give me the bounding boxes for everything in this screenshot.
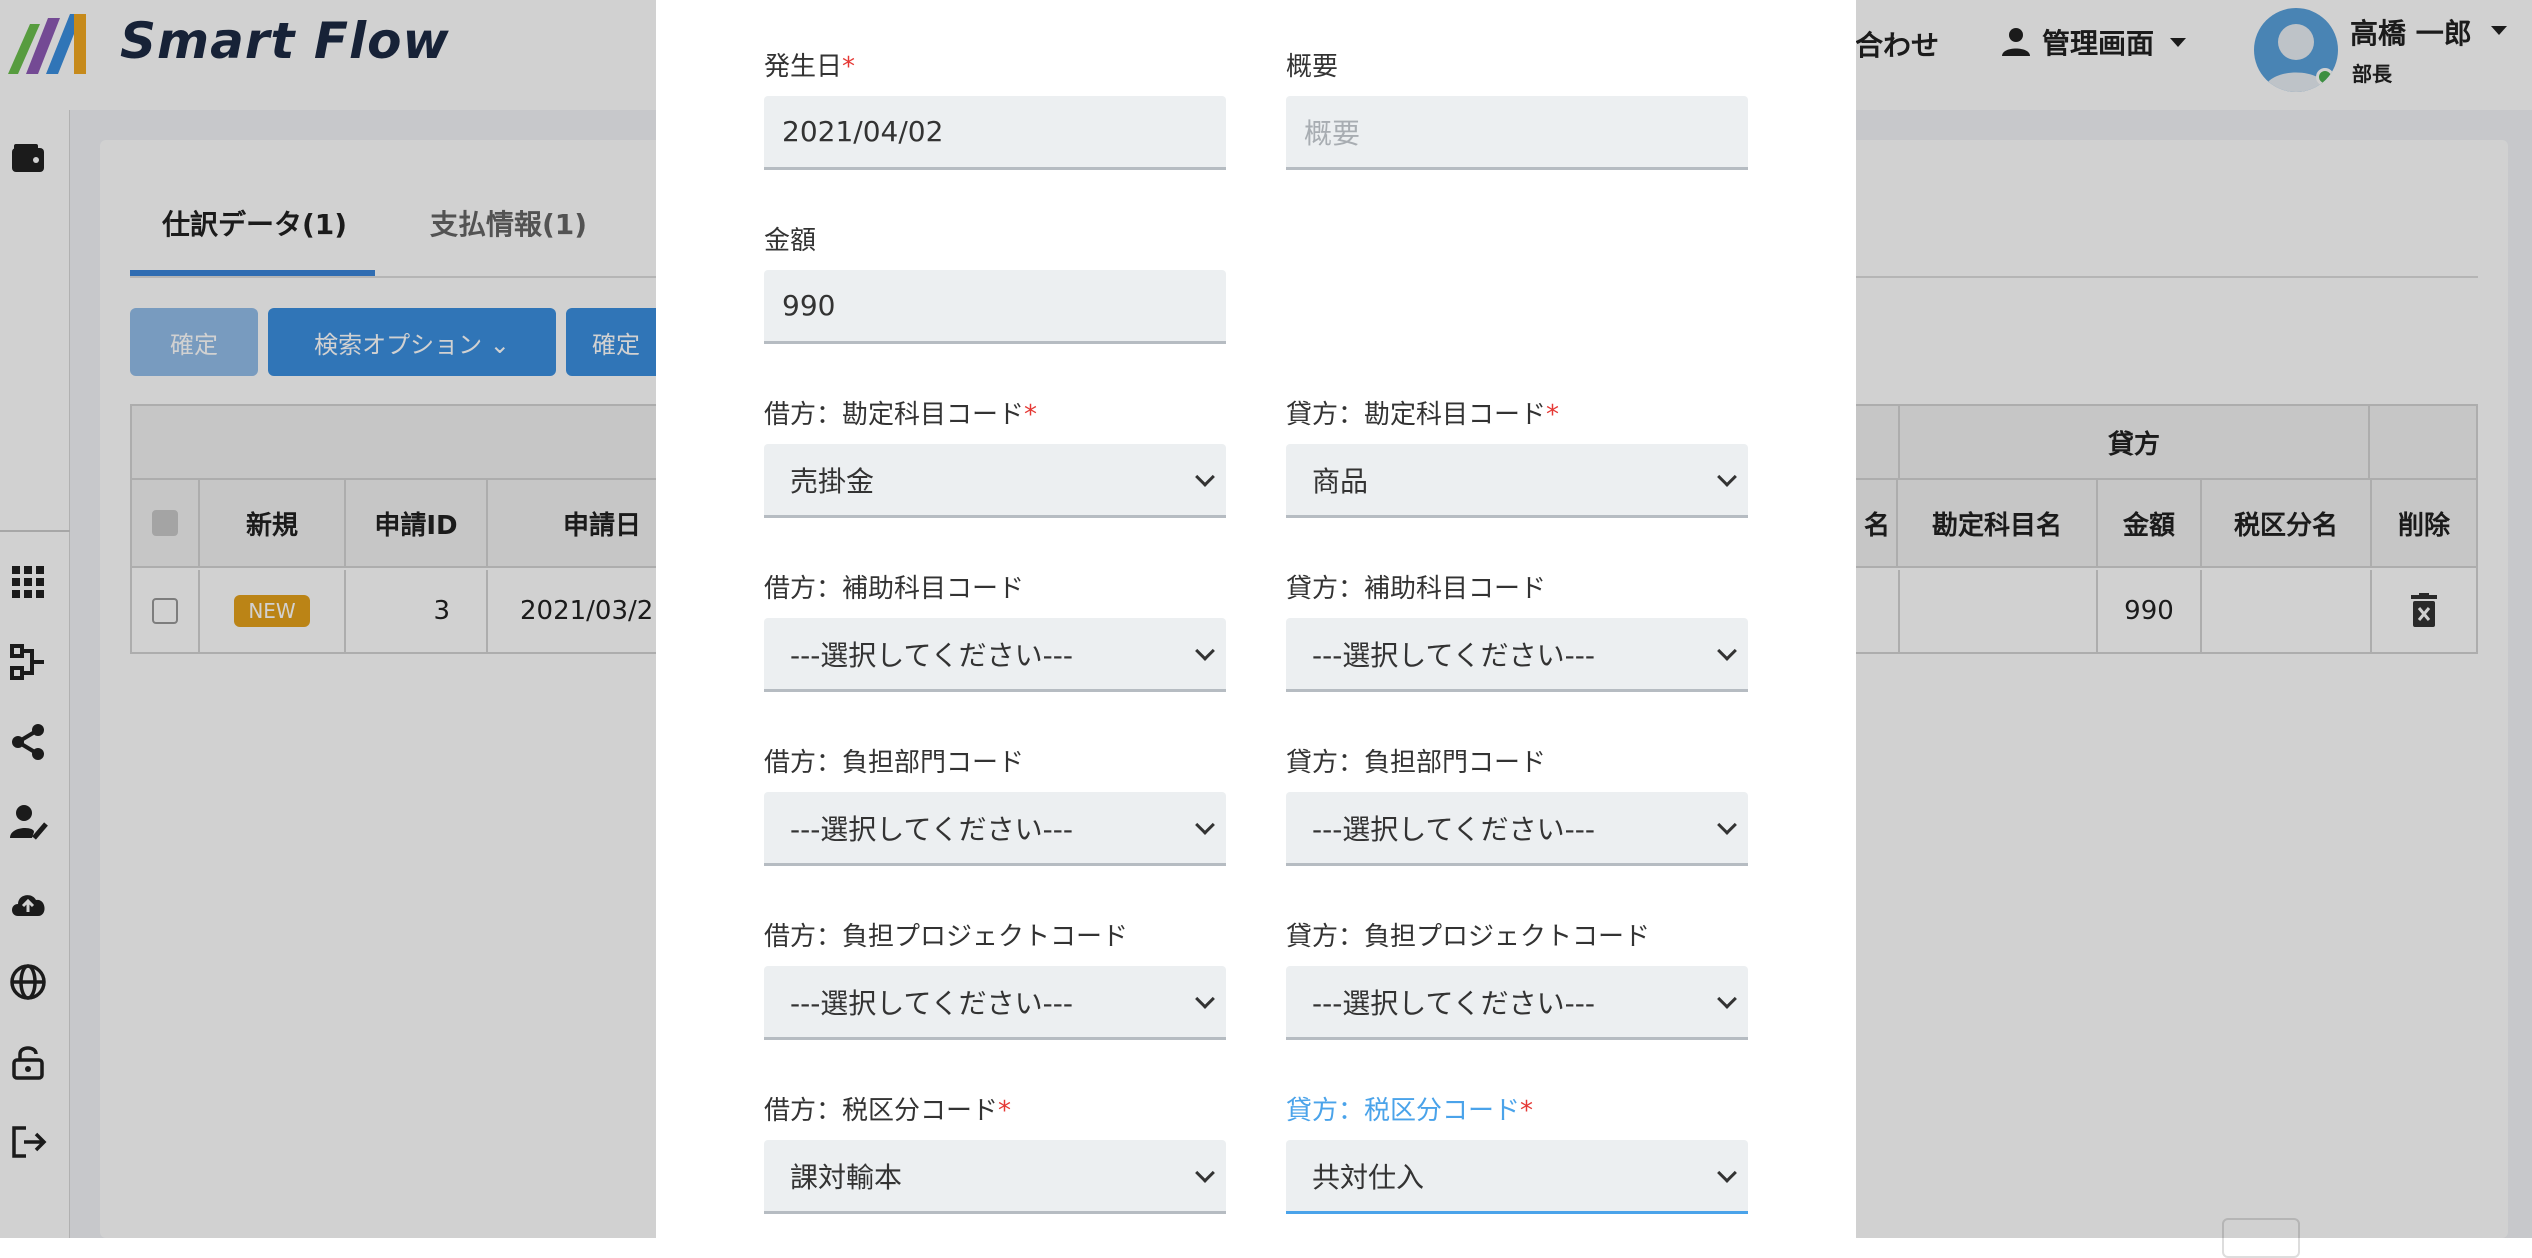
- journal-edit-modal: 発生日* 2021/04/02 概要 概要 金額 990 借方：勘定科目コード*…: [656, 0, 1856, 1238]
- debit-sub-select[interactable]: ---選択してください---: [764, 618, 1226, 692]
- credit-project-label: 貸方：負担プロジェクトコード: [1286, 922, 1651, 952]
- date-label: 発生日*: [764, 52, 856, 82]
- debit-tax-select[interactable]: 課対輸本: [764, 1140, 1226, 1214]
- summary-label: 概要: [1286, 52, 1339, 82]
- debit-project-select[interactable]: ---選択してください---: [764, 966, 1226, 1040]
- chevron-down-icon: [1717, 466, 1737, 487]
- chevron-down-icon: [1195, 988, 1215, 1009]
- debit-dept-label: 借方：負担部門コード: [764, 748, 1025, 778]
- credit-account-label: 貸方：勘定科目コード*: [1286, 400, 1560, 430]
- chevron-down-icon: [1195, 814, 1215, 835]
- summary-input[interactable]: 概要: [1286, 96, 1748, 170]
- credit-account-select[interactable]: 商品: [1286, 444, 1748, 518]
- debit-dept-select[interactable]: ---選択してください---: [764, 792, 1226, 866]
- chevron-down-icon: [1717, 640, 1737, 661]
- credit-dept-select[interactable]: ---選択してください---: [1286, 792, 1748, 866]
- chevron-down-icon: [1717, 814, 1737, 835]
- chevron-down-icon: [1717, 988, 1737, 1009]
- debit-project-label: 借方：負担プロジェクトコード: [764, 922, 1129, 952]
- credit-dept-label: 貸方：負担部門コード: [1286, 748, 1547, 778]
- chevron-down-icon: [1195, 640, 1215, 661]
- debit-sub-label: 借方：補助科目コード: [764, 574, 1025, 604]
- credit-sub-select[interactable]: ---選択してください---: [1286, 618, 1748, 692]
- credit-tax-select[interactable]: 共対仕入: [1286, 1140, 1748, 1214]
- debit-account-select[interactable]: 売掛金: [764, 444, 1226, 518]
- chevron-down-icon: [1195, 466, 1215, 487]
- credit-tax-label: 貸方：税区分コード*: [1286, 1096, 1534, 1126]
- credit-sub-label: 貸方：補助科目コード: [1286, 574, 1547, 604]
- amount-label: 金額: [764, 226, 817, 256]
- date-input[interactable]: 2021/04/02: [764, 96, 1226, 170]
- chevron-down-icon: [1717, 1162, 1737, 1183]
- debit-account-label: 借方：勘定科目コード*: [764, 400, 1038, 430]
- debit-tax-label: 借方：税区分コード*: [764, 1096, 1012, 1126]
- amount-input[interactable]: 990: [764, 270, 1226, 344]
- chevron-down-icon: [1195, 1162, 1215, 1183]
- credit-project-select[interactable]: ---選択してください---: [1286, 966, 1748, 1040]
